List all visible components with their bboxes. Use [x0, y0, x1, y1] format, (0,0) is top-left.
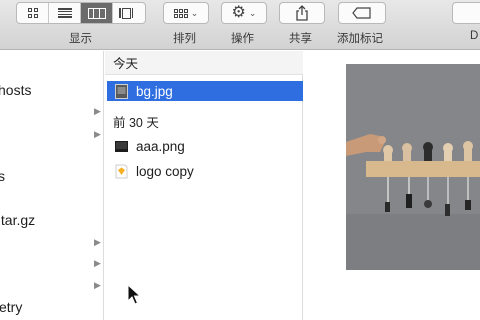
chevron-right-icon: ▶ — [94, 106, 101, 116]
share-label: 共享 — [289, 33, 312, 45]
view-mode-control — [16, 2, 146, 24]
icon-view-button[interactable] — [17, 3, 49, 23]
section-header-30-days: 前 30 天 — [113, 115, 159, 130]
file-item-selected[interactable]: bg.jpg — [107, 81, 303, 101]
list-item[interactable]: etry — [0, 299, 22, 315]
icon-view-icon — [27, 8, 38, 18]
sketch-file-icon — [115, 164, 128, 178]
tags-button[interactable] — [338, 2, 386, 24]
share-button[interactable] — [279, 2, 325, 24]
tags-label: 添加标记 — [337, 33, 383, 45]
image-preview — [346, 64, 480, 270]
share-icon — [296, 5, 308, 21]
arrange-button[interactable]: ⌄ — [163, 2, 209, 24]
file-column: 今天 bg.jpg 前 30 天 aaa.png logo copy — [105, 51, 303, 320]
action-label: 操作 — [231, 33, 254, 45]
file-name: bg.jpg — [136, 83, 173, 99]
arrange-label: 排列 — [173, 33, 196, 45]
chevron-right-icon: ▶ — [94, 129, 101, 139]
finder-toolbar: 显示 ⌄ 排列 ⚙ ⌄ 操作 共享 添加标记 D — [0, 0, 480, 50]
list-item[interactable]: hosts — [0, 82, 31, 98]
chevron-right-icon: ▶ — [94, 258, 101, 268]
list-item[interactable]: s — [0, 168, 5, 184]
cover-flow-icon — [119, 7, 139, 19]
cover-flow-button[interactable] — [113, 3, 145, 23]
arrange-grid-icon — [173, 8, 188, 18]
preview-pane — [304, 51, 480, 320]
png-file-icon — [115, 140, 128, 152]
file-item[interactable]: aaa.png — [107, 136, 303, 156]
tag-icon — [352, 7, 371, 19]
list-view-icon — [57, 8, 72, 18]
image-file-icon — [115, 83, 128, 99]
parent-column: hosts ▶ : ▶ s .tar.gz ▶ ▶ ▶ etry — [0, 51, 104, 320]
action-button[interactable]: ⚙ ⌄ — [221, 2, 267, 24]
section-header-today: 今天 — [105, 51, 303, 75]
mouse-cursor-icon — [127, 284, 141, 305]
file-item[interactable]: logo copy — [107, 161, 303, 181]
chevron-down-icon: ⌄ — [248, 7, 257, 18]
toolbar-button-cut-off[interactable] — [452, 2, 480, 24]
list-view-button[interactable] — [49, 3, 81, 23]
chevron-right-icon: ▶ — [94, 237, 101, 247]
file-name: aaa.png — [136, 138, 185, 154]
gear-icon: ⚙ — [231, 4, 246, 21]
view-label: 显示 — [69, 33, 92, 45]
list-item[interactable]: .tar.gz — [0, 212, 35, 228]
cut-off-label: D — [470, 30, 479, 42]
chevron-down-icon: ⌄ — [190, 7, 199, 18]
file-name: logo copy — [136, 163, 194, 179]
column-view-icon — [87, 7, 106, 19]
column-view-button[interactable] — [81, 3, 113, 23]
chevron-right-icon: ▶ — [94, 280, 101, 290]
